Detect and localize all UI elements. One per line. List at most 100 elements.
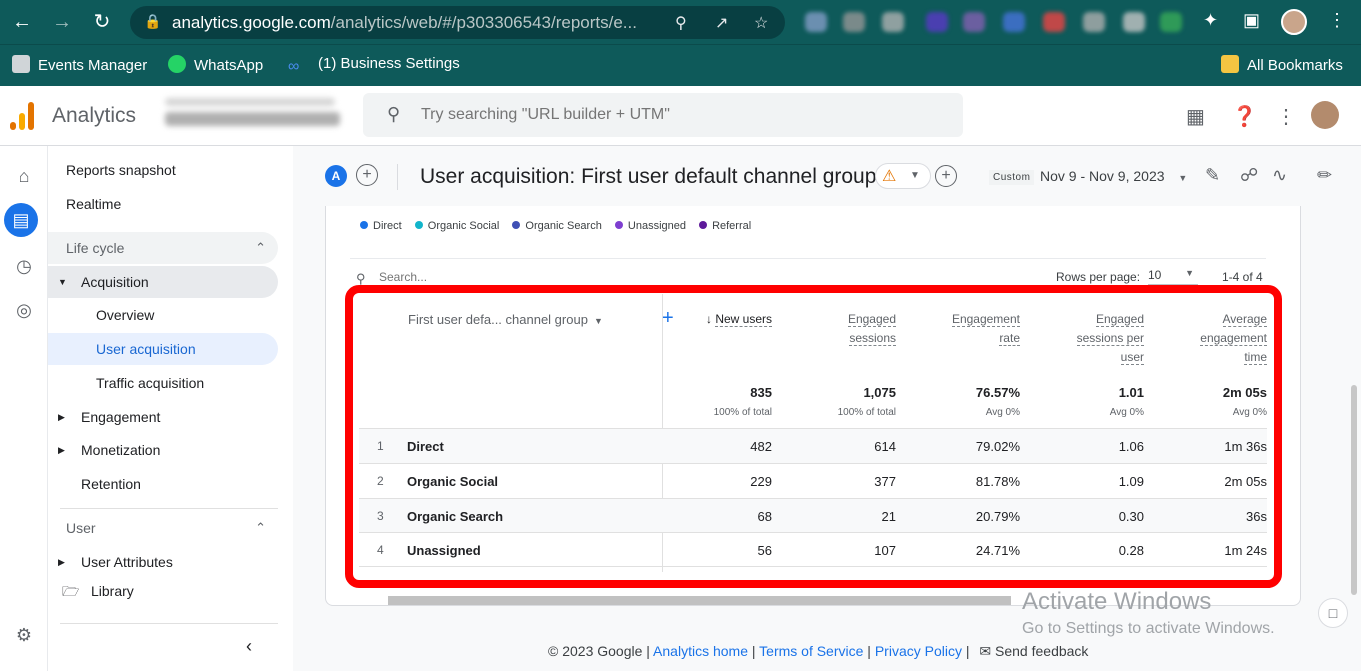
cell-value: 1.06 — [1118, 439, 1144, 454]
sidebar-item-overview[interactable]: Overview — [48, 299, 278, 331]
share-icon[interactable]: ↗ — [715, 13, 728, 33]
table-row[interactable]: 2 Organic Social 229 377 81.78% 1.09 2m … — [359, 463, 1267, 498]
sidebar-section-life-cycle[interactable]: Life cycle ⌃ — [48, 232, 278, 264]
extension-icon[interactable] — [1123, 12, 1145, 32]
reports-sidebar: Reports snapshot Realtime Life cycle ⌃ ▼ A… — [48, 146, 293, 671]
forward-arrow-icon[interactable]: → — [50, 10, 74, 34]
table-row[interactable]: 1 Direct 482 614 79.02% 1.06 1m 36s — [359, 428, 1267, 463]
more-vert-icon[interactable]: ⋮ — [1276, 104, 1296, 129]
extension-icon[interactable] — [882, 12, 904, 32]
edit-pencil-icon[interactable]: ✏ — [1317, 165, 1332, 186]
back-arrow-icon[interactable]: ← — [10, 10, 34, 34]
kebab-menu-icon[interactable]: ⋮ — [1328, 10, 1346, 31]
horizontal-scrollbar[interactable] — [388, 596, 1011, 605]
extension-icon[interactable] — [1083, 12, 1105, 32]
analytics-home-link[interactable]: Analytics home — [653, 643, 748, 659]
column-header-average-engagement-time[interactable]: Average engagement time — [1167, 310, 1267, 367]
search-input[interactable] — [421, 106, 921, 124]
explore-icon[interactable]: ◷ — [10, 252, 38, 280]
extension-icon[interactable] — [1003, 12, 1025, 32]
bookmark-whatsapp[interactable]: WhatsApp — [168, 55, 263, 74]
meta-icon: ∞ — [288, 58, 300, 75]
sidebar-item-library[interactable]: 🗁 Library — [48, 575, 278, 607]
extension-icon[interactable] — [805, 12, 827, 32]
cell-value: 1m 24s — [1224, 543, 1267, 558]
extension-icon[interactable] — [1043, 12, 1065, 32]
total-subtext: Avg 0% — [1232, 407, 1267, 418]
help-icon[interactable]: ❓ — [1232, 104, 1257, 129]
sidebar-item-user-acquisition[interactable]: User acquisition — [48, 333, 278, 365]
share-icon[interactable]: ☍ — [1240, 165, 1258, 186]
bookmarks-bar: Events Manager WhatsApp ∞ (1) Business Se… — [0, 44, 1361, 86]
apps-grid-icon[interactable]: ▦ — [1186, 104, 1205, 129]
search-box[interactable]: ⚲ — [363, 93, 963, 137]
customize-report-icon[interactable]: ✎ — [1205, 165, 1220, 186]
folder-icon: 🗁 — [62, 583, 80, 599]
cell-value: 2m 05s — [1224, 474, 1267, 489]
terms-link[interactable]: Terms of Service — [759, 643, 863, 659]
expand-triangle-icon: ▶ — [58, 445, 65, 455]
reports-icon[interactable]: ▤ — [4, 203, 38, 237]
events-manager-icon — [12, 55, 30, 73]
side-panel-icon[interactable]: ▣ — [1243, 10, 1260, 31]
column-header-engaged-sessions[interactable]: Engaged sessions — [796, 310, 896, 348]
advertising-icon[interactable]: ◎ — [10, 296, 38, 324]
settings-gear-icon[interactable]: ⚙ — [10, 621, 38, 649]
sidebar-item-monetization[interactable]: ▶ Monetization — [48, 434, 278, 466]
profile-avatar[interactable] — [1281, 9, 1307, 35]
reload-icon[interactable]: ↻ — [90, 10, 114, 34]
table-search-input[interactable] — [379, 270, 679, 284]
privacy-link[interactable]: Privacy Policy — [875, 643, 962, 659]
sidebar-item-retention[interactable]: Retention — [48, 468, 278, 500]
bookmark-business-settings[interactable]: ∞ (1) Business Settings — [288, 55, 460, 76]
extension-icon[interactable] — [843, 12, 865, 32]
address-bar[interactable]: 🔒 analytics.google.com/analytics/web/#/p… — [130, 6, 785, 39]
total-subtext: Avg 0% — [985, 407, 1020, 418]
send-feedback-link[interactable]: Send feedback — [995, 643, 1088, 659]
date-range-picker[interactable]: Nov 9 - Nov 9, 2023 ▼ — [1040, 168, 1187, 184]
search-icon: ⚲ — [356, 271, 366, 286]
add-dimension-icon[interactable]: + — [662, 307, 674, 330]
chat-feedback-icon[interactable]: □ — [1318, 598, 1348, 628]
cell-value: 36s — [1246, 509, 1267, 524]
add-comparison-icon[interactable]: + — [356, 164, 378, 186]
add-filter-icon[interactable]: + — [935, 165, 957, 187]
expand-triangle-icon: ▶ — [58, 557, 65, 567]
home-icon[interactable]: ⌂ — [10, 162, 38, 190]
zoom-icon[interactable]: ⚲ — [675, 13, 687, 33]
account-selector[interactable] — [165, 98, 345, 134]
insights-icon[interactable]: ∿ — [1272, 165, 1287, 186]
rows-per-page-select[interactable]: 10 ▼ — [1148, 268, 1198, 285]
extension-icon[interactable] — [963, 12, 985, 32]
table-row[interactable]: 3 Organic Search 68 21 20.79% 0.30 36s — [359, 498, 1267, 533]
data-quality-warning[interactable]: ⚠ ▼ — [875, 163, 931, 189]
bookmark-all-bookmarks[interactable]: All Bookmarks — [1221, 55, 1343, 74]
column-header-new-users[interactable]: ↓ New users — [686, 310, 772, 329]
caret-down-icon: ▼ — [593, 316, 603, 326]
sidebar-item-reports-snapshot[interactable]: Reports snapshot — [48, 154, 278, 186]
page-scrollbar[interactable] — [1351, 385, 1357, 595]
sidebar-item-user-attributes[interactable]: ▶ User Attributes — [48, 546, 278, 578]
table-row[interactable]: 4 Unassigned 56 107 24.71% 0.28 1m 24s — [359, 532, 1267, 567]
legend-item: Organic Search — [512, 220, 602, 232]
column-header-engagement-rate[interactable]: Engagement rate — [920, 310, 1020, 348]
warning-icon: ⚠ — [882, 168, 897, 185]
sidebar-item-traffic-acquisition[interactable]: Traffic acquisition — [48, 367, 278, 399]
sidebar-item-acquisition[interactable]: ▼ Acquisition — [48, 266, 278, 298]
bookmark-events-manager[interactable]: Events Manager — [12, 55, 147, 74]
sidebar-section-user[interactable]: User ⌃ — [48, 512, 278, 544]
dimension-header[interactable]: First user defa... channel group ▼ — [408, 312, 603, 327]
windows-activation-watermark: Activate Windows Go to Settings to activ… — [1022, 588, 1275, 638]
sidebar-item-realtime[interactable]: Realtime — [48, 188, 278, 220]
extension-icon[interactable] — [1160, 12, 1182, 32]
extension-icon[interactable] — [926, 12, 948, 32]
legend-item: Unassigned — [614, 220, 686, 232]
puzzle-icon[interactable]: ✦ — [1203, 10, 1218, 31]
star-icon[interactable]: ☆ — [754, 13, 768, 33]
analytics-logo-icon — [10, 102, 34, 130]
comparison-badge[interactable]: A — [325, 165, 347, 187]
sidebar-item-engagement[interactable]: ▶ Engagement — [48, 401, 278, 433]
collapse-chevron-left-icon[interactable]: ‹ — [246, 636, 252, 657]
avatar[interactable] — [1311, 101, 1339, 129]
column-header-engaged-sessions-per-user[interactable]: Engaged sessions per user — [1044, 310, 1144, 367]
